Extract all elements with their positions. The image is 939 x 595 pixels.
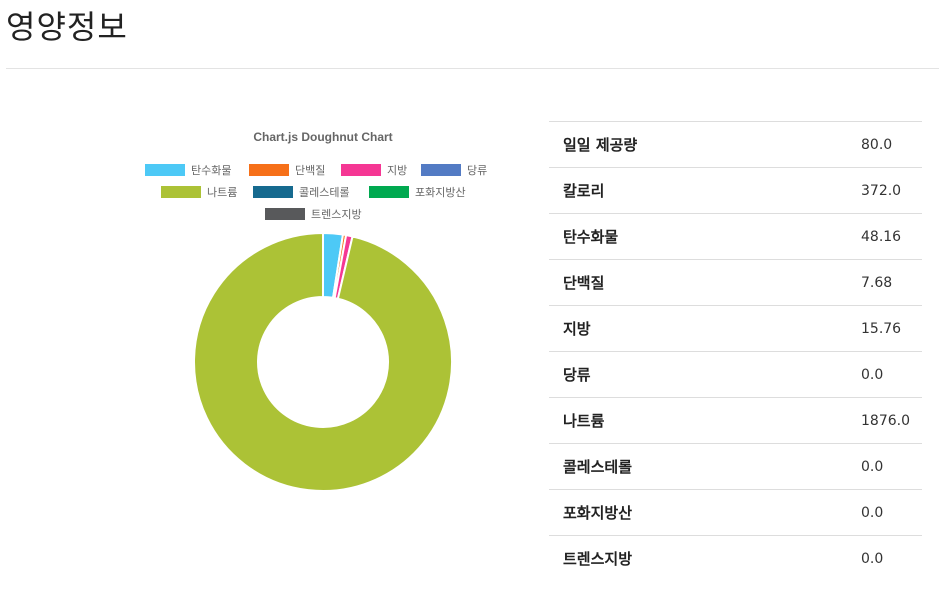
nutrient-name: 나트륨	[549, 397, 861, 444]
table-row: 칼로리 372.0	[549, 167, 922, 214]
nutrient-value: 7.68	[861, 259, 922, 306]
table-row: 일일 제공량 80.0	[549, 121, 922, 168]
nutrient-name: 콜레스테롤	[549, 443, 861, 490]
table-row: 나트륨 1876.0	[549, 397, 922, 444]
nutrient-name: 포화지방산	[549, 489, 861, 536]
nutrient-value: 80.0	[861, 121, 922, 168]
table-row: 탄수화물 48.16	[549, 213, 922, 260]
nutrient-name: 일일 제공량	[549, 121, 861, 168]
table-row: 트렌스지방 0.0	[549, 535, 922, 581]
nutrient-name: 트렌스지방	[549, 535, 861, 581]
nutrient-value: 15.76	[861, 305, 922, 352]
table-row: 단백질 7.68	[549, 259, 922, 306]
table-row: 포화지방산 0.0	[549, 489, 922, 536]
nutrient-value: 48.16	[861, 213, 922, 260]
nutrient-name: 지방	[549, 305, 861, 352]
nutrient-value: 0.0	[861, 535, 922, 581]
nutrient-value: 0.0	[861, 489, 922, 536]
table-row: 콜레스테롤 0.0	[549, 443, 922, 490]
nutrient-name: 탄수화물	[549, 213, 861, 260]
nutrient-value: 0.0	[861, 443, 922, 490]
nutrition-table: 일일 제공량 80.0 칼로리 372.0 탄수화물 48.16 단백질 7.68 지방 15.7…	[549, 121, 922, 581]
nutrient-value: 372.0	[861, 167, 922, 214]
nutrient-value: 1876.0	[861, 397, 922, 444]
page-title: 영양정보	[6, 8, 128, 46]
nutrient-value: 0.0	[861, 351, 922, 398]
doughnut-slice[interactable]	[193, 231, 453, 492]
nutrient-name: 칼로리	[549, 167, 861, 214]
nutrient-name: 단백질	[549, 259, 861, 306]
title-divider	[6, 68, 939, 69]
table-row: 지방 15.76	[549, 305, 922, 352]
doughnut-chart: Chart.js Doughnut Chart 탄수화물 단백질 지방 당류 나트륨 콜레…	[140, 126, 506, 506]
table-row: 당류 0.0	[549, 351, 922, 398]
doughnut-plot	[193, 231, 453, 492]
nutrient-name: 당류	[549, 351, 861, 398]
